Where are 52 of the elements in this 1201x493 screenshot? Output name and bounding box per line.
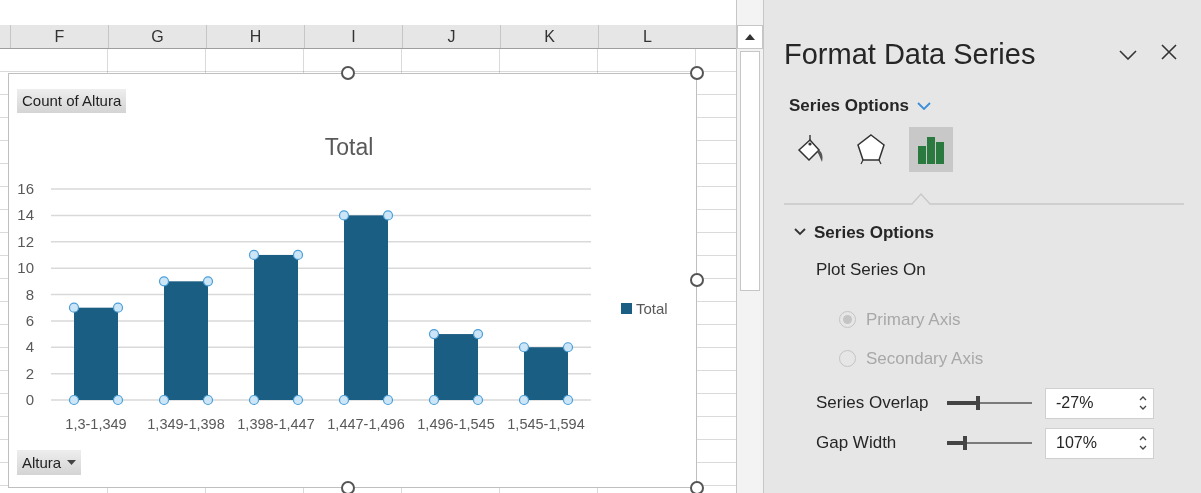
- scroll-up-button[interactable]: [737, 25, 763, 49]
- axis-tick-label: 10: [17, 259, 34, 277]
- slider[interactable]: [947, 396, 1032, 410]
- category-label: 1,447-1,496: [327, 416, 405, 432]
- up-arrow-icon: [745, 34, 755, 40]
- panel-title: Format Data Series: [784, 40, 1037, 69]
- field-button[interactable]: Altura: [17, 450, 82, 475]
- chevron-down-icon: [794, 228, 806, 237]
- close-icon: [1161, 43, 1177, 60]
- resize-handle[interactable]: [690, 481, 704, 493]
- options-dropdown[interactable]: Series Options: [789, 93, 1185, 119]
- axis-tick-label: 8: [25, 285, 34, 303]
- category-label: 1,398-1,447: [237, 416, 315, 432]
- section-label: Plot Series On: [816, 259, 927, 281]
- axis-tick-label: 12: [17, 232, 34, 250]
- column-header[interactable]: F: [10, 25, 108, 48]
- axis-tick-label: 4: [25, 338, 34, 356]
- slider-label: Series Overlap: [816, 392, 930, 415]
- column-header[interactable]: G: [108, 25, 206, 48]
- slider[interactable]: [947, 436, 1032, 450]
- column-header[interactable]: K: [500, 25, 598, 48]
- chart-title: Total: [324, 134, 374, 160]
- column-header[interactable]: I: [304, 25, 402, 48]
- category-label: 1,349-1,398: [147, 416, 225, 432]
- axis-tick-label: 2: [25, 364, 34, 382]
- bar: [434, 334, 478, 400]
- category-label: 1,496-1,545: [417, 416, 495, 432]
- dropdown-arrow-icon: [67, 460, 77, 465]
- resize-handle[interactable]: [341, 481, 355, 493]
- chevron-down-icon: [917, 101, 931, 110]
- legend-label: Total: [636, 300, 668, 317]
- chart-area[interactable]: Total 0 2 4 6 8 10 12 14 16 1,3-1,349 1,349-1,398 1,398-1,447 1,447-1,496 1,496-1,545 1,545-1,594 Total Count of Altura Altura: [8, 73, 697, 488]
- column-header[interactable]: J: [402, 25, 500, 48]
- spinner-icon[interactable]: [1139, 434, 1147, 451]
- number-field[interactable]: -27%: [1045, 387, 1154, 419]
- field-button[interactable]: Count of Altura: [17, 89, 127, 113]
- slider-label: Gap Width: [816, 432, 898, 455]
- number-field[interactable]: 107%: [1045, 427, 1154, 459]
- axis-tick-label: 6: [25, 311, 34, 329]
- bar: [524, 347, 568, 400]
- axis-tick-label: 0: [25, 391, 34, 408]
- axis-tick-label: 14: [17, 206, 34, 224]
- spinner-icon[interactable]: [1139, 394, 1147, 411]
- pentagon-icon: [855, 132, 887, 166]
- column-header[interactable]: H: [206, 25, 304, 48]
- chevron-down-icon: [1119, 49, 1137, 60]
- section-header[interactable]: Series Options: [794, 219, 1185, 245]
- axis-tick-label: 16: [17, 180, 34, 197]
- category-label: 1,545-1,594: [507, 416, 585, 432]
- column-header[interactable]: L: [598, 25, 696, 48]
- scrollbar-thumb[interactable]: [740, 51, 760, 291]
- category-label: 1,3-1,349: [65, 416, 127, 432]
